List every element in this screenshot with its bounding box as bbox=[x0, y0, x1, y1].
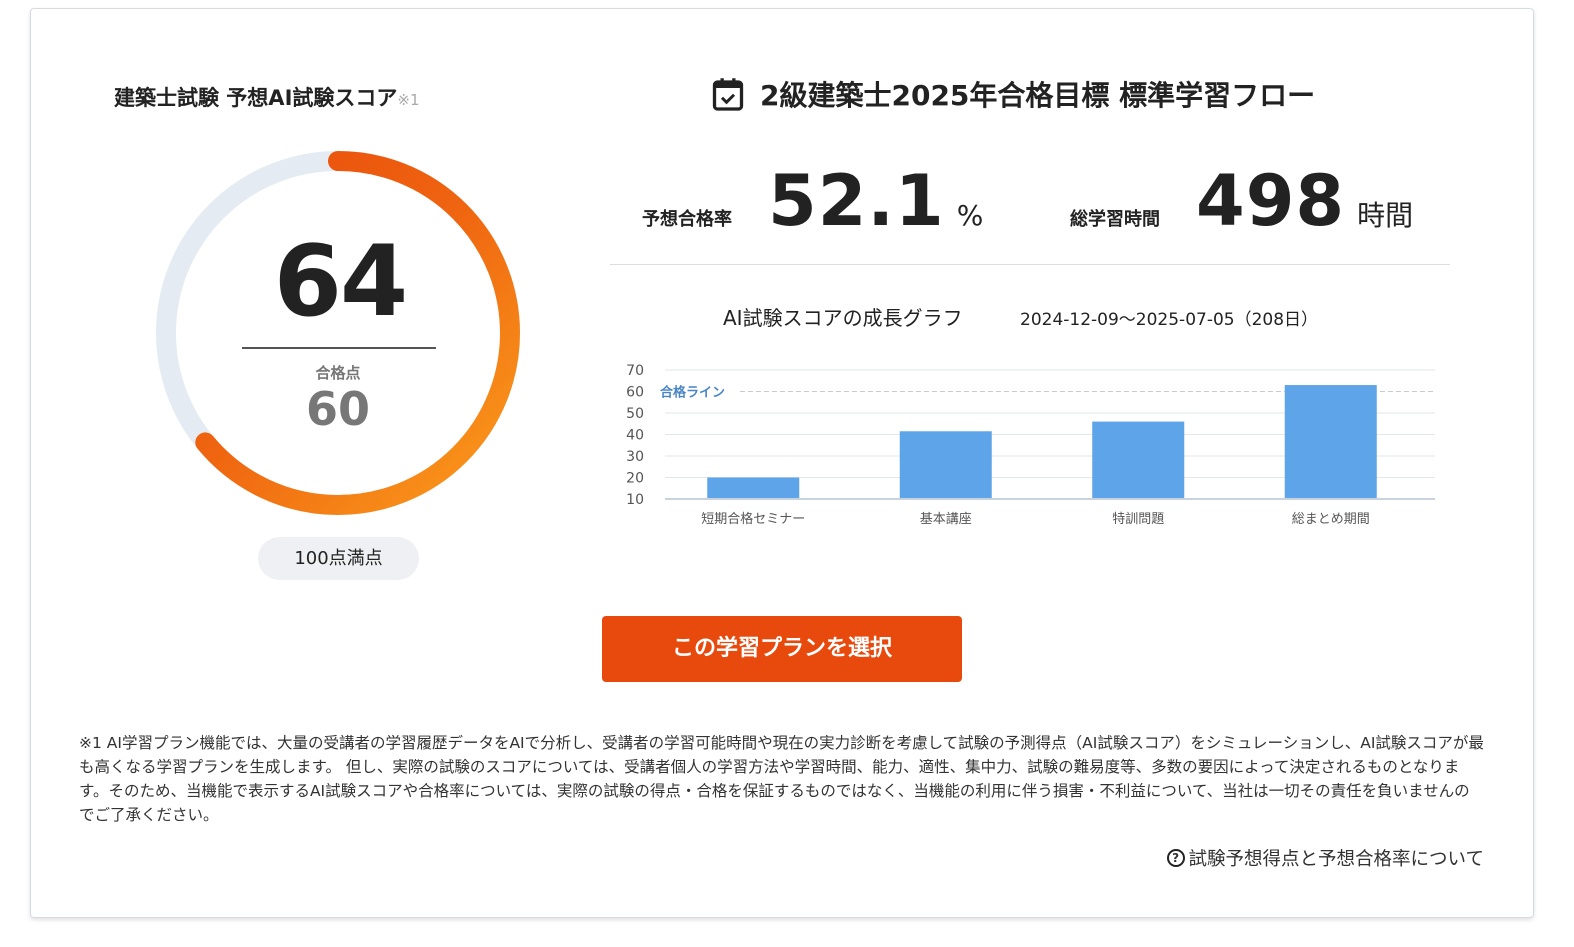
full-marks-badge: 100点満点 bbox=[258, 537, 419, 580]
y-tick-label: 40 bbox=[626, 428, 644, 444]
y-tick-label: 10 bbox=[626, 492, 644, 508]
y-tick-label: 30 bbox=[626, 449, 644, 465]
select-plan-button[interactable]: この学習プランを選択 bbox=[602, 616, 962, 682]
y-tick-label: 60 bbox=[626, 385, 644, 401]
x-tick-label: 特訓問題 bbox=[1112, 511, 1164, 527]
x-tick-label: 総まとめ期間 bbox=[1292, 512, 1370, 527]
help-link-text[interactable]: 試験予想得点と予想合格率について bbox=[1189, 845, 1484, 871]
footnote: ※1 AI学習プラン機能では、大量の受講者の学習履歴データをAIで分析し、受講者… bbox=[79, 734, 1484, 824]
y-tick-label: 70 bbox=[626, 363, 644, 379]
bar bbox=[899, 431, 992, 499]
growth-chart: 70 60 50 40 30 20 10 合格ライン短期合格セミナー 基本講座 特訓問題 総まとめ期… bbox=[626, 363, 1435, 527]
bar bbox=[1284, 385, 1377, 499]
question-icon: ? bbox=[1166, 849, 1185, 867]
x-tick-label: 基本講座 bbox=[920, 511, 972, 527]
y-tick-label: 50 bbox=[626, 406, 644, 422]
help-link[interactable]: ? 試験予想得点と予想合格率について bbox=[1166, 845, 1484, 871]
bar bbox=[707, 477, 800, 499]
x-tick-label: 短期合格セミナー bbox=[701, 511, 805, 527]
bar bbox=[1092, 421, 1185, 499]
pass-line-label: 合格ライン bbox=[660, 385, 725, 401]
y-tick-label: 20 bbox=[626, 471, 644, 487]
